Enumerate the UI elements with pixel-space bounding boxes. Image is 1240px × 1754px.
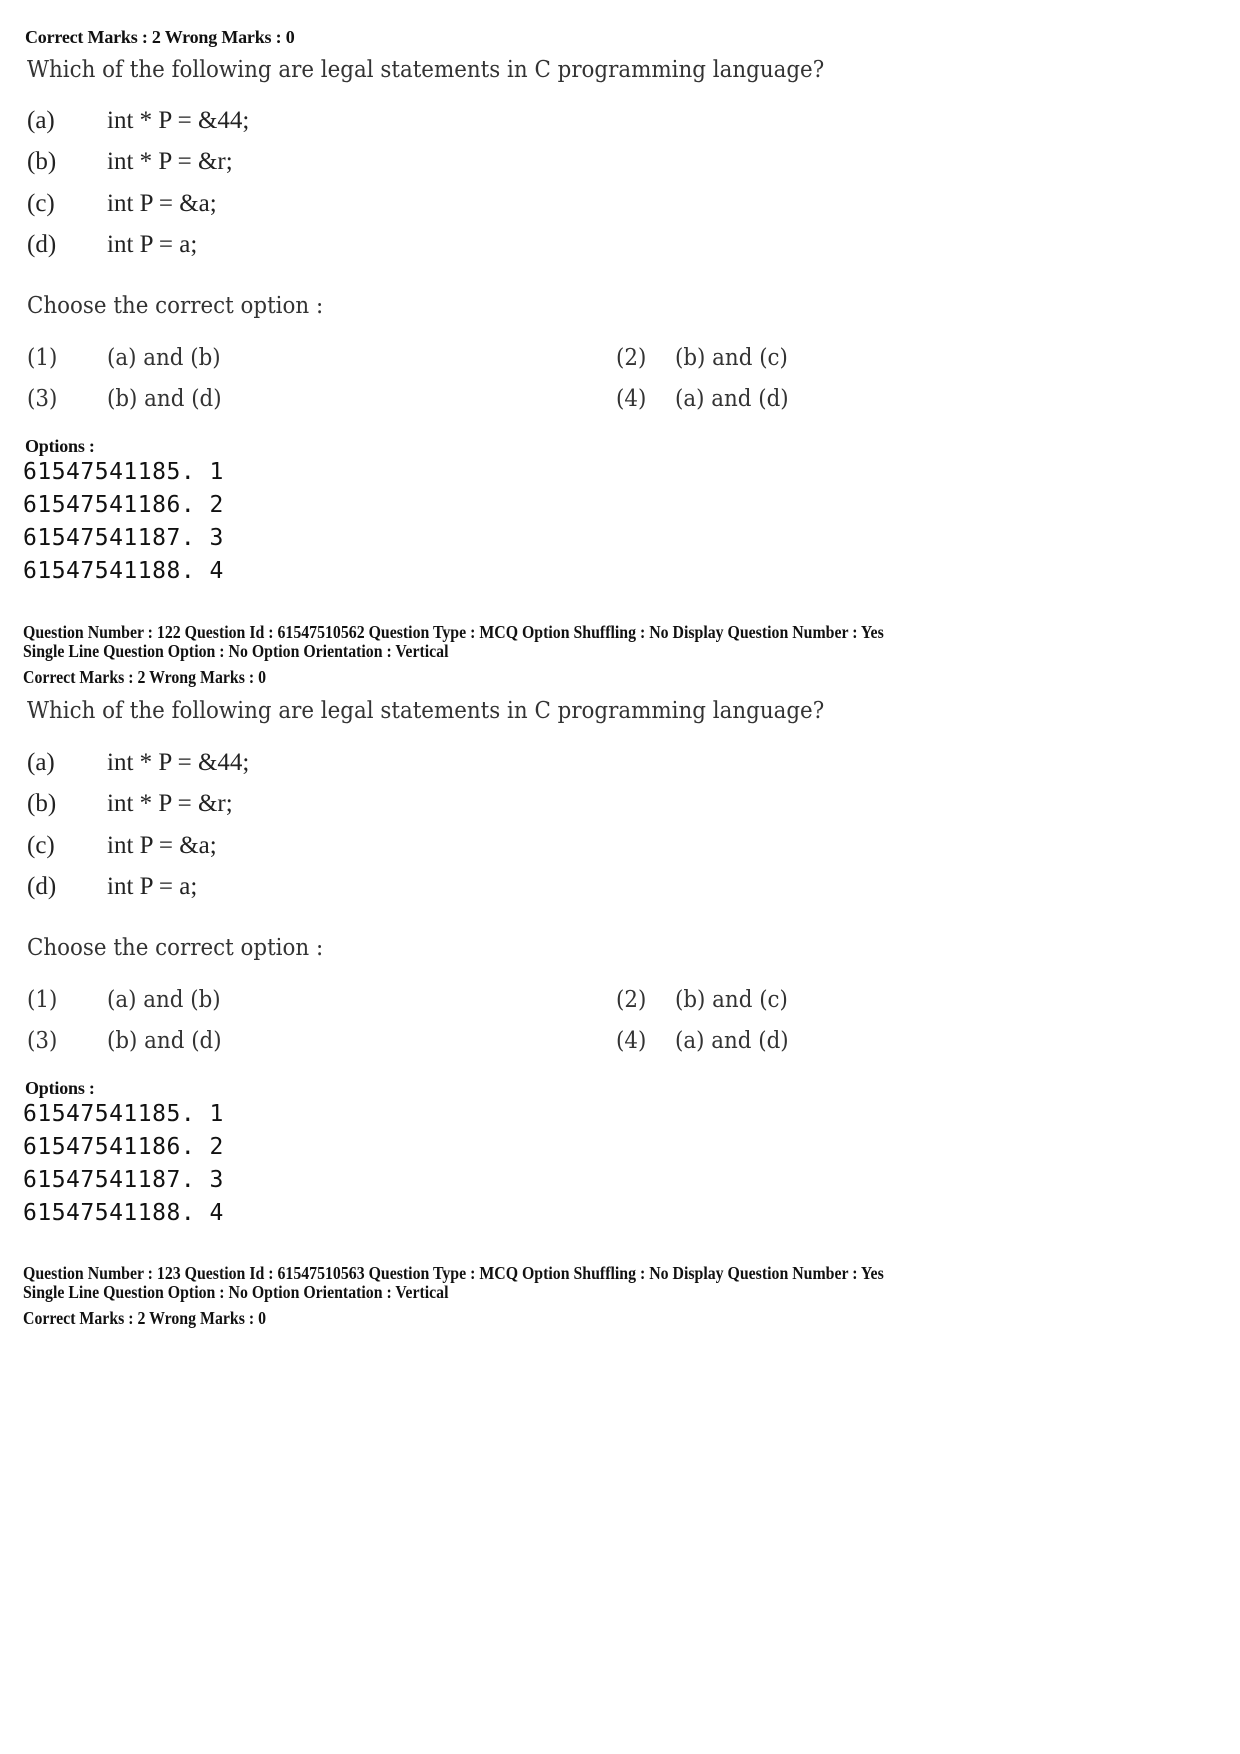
choice-label: (1) bbox=[27, 987, 58, 1013]
option-id: 61547541185. 1 bbox=[23, 1101, 224, 1127]
statement-label: (d) bbox=[27, 873, 57, 900]
choice-label: (2) bbox=[616, 987, 647, 1013]
options-heading: Options : bbox=[25, 1078, 95, 1098]
statement-label: (d) bbox=[27, 231, 57, 258]
statement-label: (a) bbox=[27, 749, 55, 776]
choice-text: (a) and (b) bbox=[107, 345, 221, 371]
option-id: 61547541188. 4 bbox=[23, 558, 224, 584]
option-id: 61547541187. 3 bbox=[23, 525, 224, 551]
statement-text: int * P = &r; bbox=[107, 148, 233, 175]
marks-line: Correct Marks : 2 Wrong Marks : 0 bbox=[23, 667, 267, 687]
statement-text: int P = &a; bbox=[107, 832, 217, 859]
question-header-line1: Question Number : 123 Question Id : 6154… bbox=[23, 1263, 884, 1283]
choose-prompt: Choose the correct option : bbox=[27, 293, 324, 319]
option-id: 61547541188. 4 bbox=[23, 1200, 224, 1226]
marks-line: Correct Marks : 2 Wrong Marks : 0 bbox=[23, 1308, 267, 1328]
question-text: Which of the following are legal stateme… bbox=[27, 698, 825, 724]
statement-text: int * P = &r; bbox=[107, 790, 233, 817]
choice-text: (a) and (d) bbox=[675, 1028, 789, 1054]
statement-text: int P = &a; bbox=[107, 190, 217, 217]
choice-text: (b) and (d) bbox=[107, 386, 222, 412]
choice-text: (b) and (c) bbox=[675, 987, 788, 1013]
statement-text: int * P = &44; bbox=[107, 107, 250, 134]
choice-label: (3) bbox=[27, 1028, 58, 1054]
statement-text: int P = a; bbox=[107, 873, 198, 900]
marks-line: Correct Marks : 2 Wrong Marks : 0 bbox=[25, 27, 295, 47]
options-heading: Options : bbox=[25, 436, 95, 456]
choice-label: (4) bbox=[616, 1028, 647, 1054]
question-header-line1: Question Number : 122 Question Id : 6154… bbox=[23, 622, 884, 642]
choice-text: (a) and (d) bbox=[675, 386, 789, 412]
choice-label: (1) bbox=[27, 345, 58, 371]
choose-prompt: Choose the correct option : bbox=[27, 935, 324, 961]
choice-label: (4) bbox=[616, 386, 647, 412]
question-header-line2: Single Line Question Option : No Option … bbox=[23, 1282, 449, 1302]
statement-label: (a) bbox=[27, 107, 55, 134]
choice-label: (2) bbox=[616, 345, 647, 371]
statement-label: (b) bbox=[27, 790, 57, 817]
statement-text: int P = a; bbox=[107, 231, 198, 258]
option-id: 61547541187. 3 bbox=[23, 1167, 224, 1193]
option-id: 61547541186. 2 bbox=[23, 1134, 224, 1160]
statement-label: (c) bbox=[27, 832, 55, 859]
option-id: 61547541186. 2 bbox=[23, 492, 224, 518]
question-header-line2: Single Line Question Option : No Option … bbox=[23, 641, 449, 661]
choice-label: (3) bbox=[27, 386, 58, 412]
option-id: 61547541185. 1 bbox=[23, 459, 224, 485]
choice-text: (b) and (d) bbox=[107, 1028, 222, 1054]
statement-label: (b) bbox=[27, 148, 57, 175]
statement-text: int * P = &44; bbox=[107, 749, 250, 776]
statement-label: (c) bbox=[27, 190, 55, 217]
choice-text: (a) and (b) bbox=[107, 987, 221, 1013]
question-text: Which of the following are legal stateme… bbox=[27, 57, 825, 83]
choice-text: (b) and (c) bbox=[675, 345, 788, 371]
